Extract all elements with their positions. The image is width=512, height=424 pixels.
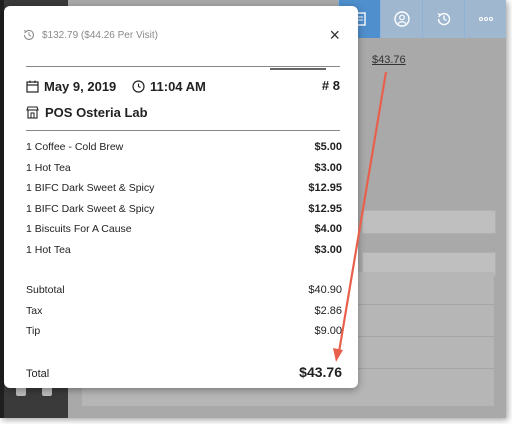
tab-more[interactable] <box>464 0 506 38</box>
line-item: 1 Hot Tea $3.00 <box>26 158 342 179</box>
divider <box>26 130 340 131</box>
line-item-price: $3.00 <box>314 161 342 174</box>
tax-label: Tax <box>26 304 43 317</box>
line-item-price: $4.00 <box>314 223 342 235</box>
line-items: 1 Coffee - Cold Brew $5.00 1 Hot Tea $3.00 1… <box>26 137 342 260</box>
order-amount-link[interactable]: $43.76 <box>372 54 406 66</box>
tax-row: Tax $2.86 <box>26 301 342 322</box>
clock-icon <box>132 80 145 93</box>
more-icon <box>478 17 493 21</box>
receipt-time: 11:04 AM <box>132 79 206 94</box>
divider <box>26 66 340 67</box>
line-item: 1 Coffee - Cold Brew $5.00 <box>26 137 342 158</box>
tab-indicator <box>270 68 326 70</box>
line-item-label: 1 Biscuits For A Cause <box>26 223 132 235</box>
background-row <box>362 210 496 234</box>
divider <box>352 336 494 337</box>
close-button[interactable]: × <box>329 25 340 46</box>
modal-header: $132.79 ($44.26 Per Visit) × <box>22 25 340 46</box>
line-item-label: 1 Coffee - Cold Brew <box>26 141 124 153</box>
line-item: 1 BIFC Dark Sweet & Spicy $12.95 <box>26 178 342 199</box>
line-item-label: 1 Hot Tea <box>26 243 71 256</box>
customer-topbar <box>338 0 506 38</box>
store-icon <box>26 106 39 119</box>
store-name-text: POS Osteria Lab <box>45 105 148 120</box>
tab-history[interactable] <box>422 0 464 38</box>
subtotal-value: $40.90 <box>308 284 342 296</box>
line-item: 1 Biscuits For A Cause $4.00 <box>26 219 342 240</box>
totals-breakdown: Subtotal $40.90 Tax $2.86 Tip $9.00 <box>26 280 342 342</box>
total-value: $43.76 <box>299 364 342 380</box>
history-icon <box>23 29 35 41</box>
date-text: May 9, 2019 <box>44 79 117 94</box>
line-item-label: 1 Hot Tea <box>26 161 71 174</box>
line-item-price: $5.00 <box>314 141 342 153</box>
line-item-price: $12.95 <box>308 182 342 194</box>
receipt-date: May 9, 2019 <box>26 79 116 94</box>
line-item: 1 Hot Tea $3.00 <box>26 240 342 261</box>
line-item-label: 1 BIFC Dark Sweet & Spicy <box>26 182 155 194</box>
total-label: Total <box>26 368 50 380</box>
subtotal-label: Subtotal <box>26 284 65 296</box>
calendar-icon <box>26 80 39 93</box>
tip-value: $9.00 <box>314 325 342 337</box>
tab-profile[interactable] <box>380 0 422 38</box>
visit-summary: $132.79 ($44.26 Per Visit) <box>42 30 159 41</box>
tip-row: Tip $9.00 <box>26 321 342 342</box>
divider <box>352 304 494 305</box>
store-name: POS Osteria Lab <box>26 105 148 120</box>
line-item-price: $3.00 <box>314 243 342 256</box>
order-number-text: # 8 <box>321 78 340 93</box>
history-icon <box>437 12 450 26</box>
total-row: Total $43.76 <box>26 362 342 386</box>
line-item-price: $12.95 <box>308 202 342 215</box>
subtotal-row: Subtotal $40.90 <box>26 280 342 301</box>
user-icon <box>393 11 410 27</box>
tip-label: Tip <box>26 325 41 337</box>
line-item-label: 1 BIFC Dark Sweet & Spicy <box>26 202 155 215</box>
receipt-modal: $132.79 ($44.26 Per Visit) × May 9, 2019… <box>4 6 358 388</box>
tax-value: $2.86 <box>314 304 342 317</box>
time-text: 11:04 AM <box>150 79 206 94</box>
order-number: # 8 <box>322 78 340 93</box>
line-item: 1 BIFC Dark Sweet & Spicy $12.95 <box>26 199 342 220</box>
divider <box>352 368 494 369</box>
